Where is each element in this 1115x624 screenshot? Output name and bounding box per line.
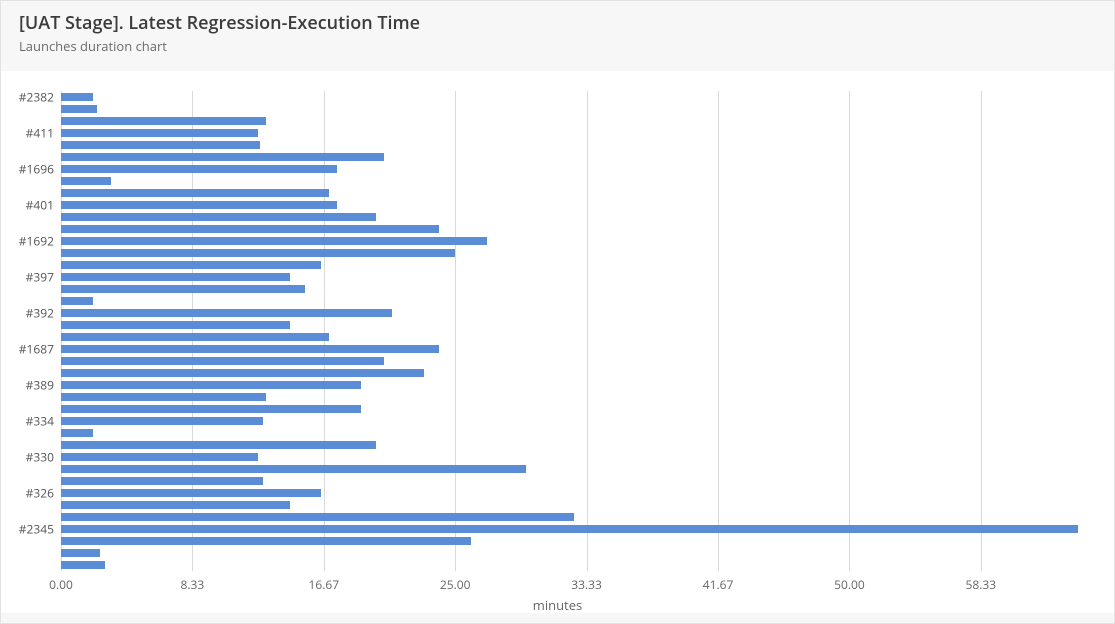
- gridline: [718, 91, 719, 571]
- y-tick-label: #1687: [19, 341, 54, 358]
- y-tick-label: #330: [26, 449, 54, 466]
- bar[interactable]: [61, 189, 329, 196]
- bar[interactable]: [61, 453, 258, 460]
- y-tick-label: #334: [26, 413, 54, 430]
- bar[interactable]: [61, 237, 487, 244]
- x-tick-label: 8.33: [180, 576, 204, 593]
- y-tick-label: #2382: [19, 89, 54, 106]
- panel-subtitle: Launches duration chart: [19, 37, 1096, 55]
- x-tick-label: 41.67: [703, 576, 734, 593]
- bar[interactable]: [61, 357, 384, 364]
- bar[interactable]: [61, 489, 321, 496]
- bar[interactable]: [61, 513, 574, 520]
- bar[interactable]: [61, 369, 424, 376]
- bar[interactable]: [61, 93, 93, 100]
- bar[interactable]: [61, 393, 266, 400]
- bar[interactable]: [61, 177, 111, 184]
- bar[interactable]: [61, 561, 105, 568]
- bar[interactable]: [61, 105, 97, 112]
- bar[interactable]: [61, 465, 526, 472]
- bar[interactable]: [61, 333, 329, 340]
- y-tick-label: #326: [26, 485, 54, 502]
- bar[interactable]: [61, 261, 321, 268]
- bar[interactable]: [61, 549, 100, 556]
- gridline: [587, 91, 588, 571]
- x-axis-title: minutes: [533, 596, 582, 614]
- bar[interactable]: [61, 405, 361, 412]
- x-tick-label: 50.00: [834, 576, 865, 593]
- gridline: [324, 91, 325, 571]
- y-tick-label: #389: [26, 377, 54, 394]
- bar[interactable]: [61, 201, 337, 208]
- y-tick-label: #1696: [19, 161, 54, 178]
- bar[interactable]: [61, 213, 376, 220]
- x-tick-label: 25.00: [440, 576, 471, 593]
- bar[interactable]: [61, 429, 93, 436]
- bar[interactable]: [61, 309, 392, 316]
- plot-area: [61, 91, 1086, 571]
- gridline: [981, 91, 982, 571]
- bar[interactable]: [61, 285, 305, 292]
- y-tick-label: #1692: [19, 233, 54, 250]
- x-tick-label: 58.33: [966, 576, 997, 593]
- gridline: [61, 91, 62, 571]
- bar[interactable]: [61, 297, 93, 304]
- x-tick-label: 0.00: [49, 576, 73, 593]
- bar[interactable]: [61, 477, 263, 484]
- y-tick-label: #397: [26, 269, 54, 286]
- bar[interactable]: [61, 117, 266, 124]
- bar[interactable]: [61, 141, 260, 148]
- gridline: [192, 91, 193, 571]
- bar[interactable]: [61, 225, 439, 232]
- bar[interactable]: [61, 129, 258, 136]
- bar[interactable]: [61, 153, 384, 160]
- bar[interactable]: [61, 165, 337, 172]
- panel-header: [UAT Stage]. Latest Regression-Execution…: [1, 1, 1114, 61]
- bar[interactable]: [61, 537, 471, 544]
- y-tick-label: #411: [26, 125, 54, 142]
- bar[interactable]: [61, 525, 1078, 532]
- bar[interactable]: [61, 417, 263, 424]
- bar[interactable]: [61, 345, 439, 352]
- x-tick-label: 16.67: [309, 576, 340, 593]
- x-tick-label: 33.33: [571, 576, 602, 593]
- bar[interactable]: [61, 501, 290, 508]
- bar[interactable]: [61, 441, 376, 448]
- bar[interactable]: [61, 273, 290, 280]
- chart-panel: [UAT Stage]. Latest Regression-Execution…: [0, 0, 1115, 624]
- gridline: [455, 91, 456, 571]
- bar[interactable]: [61, 321, 290, 328]
- panel-title: [UAT Stage]. Latest Regression-Execution…: [19, 11, 1096, 35]
- bar[interactable]: [61, 381, 361, 388]
- chart-area: minutes 0.00 8.33 16.67 25.00 33.33 41.67 50.0…: [1, 71, 1114, 613]
- y-tick-label: #401: [26, 197, 54, 214]
- bar[interactable]: [61, 249, 455, 256]
- gridline: [849, 91, 850, 571]
- y-tick-label: #2345: [19, 521, 54, 538]
- y-tick-label: #392: [26, 305, 54, 322]
